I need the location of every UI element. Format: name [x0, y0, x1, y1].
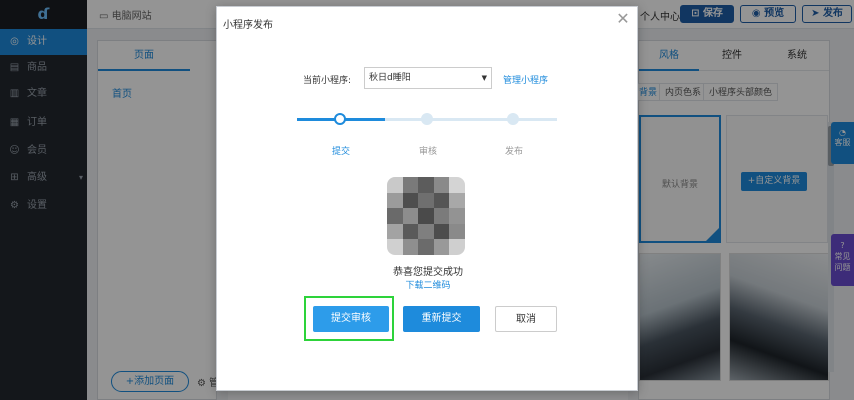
caret-down-icon: ▼	[481, 74, 487, 82]
success-message: 恭喜您提交成功	[393, 267, 463, 278]
cancel-button[interactable]: 取消	[495, 306, 557, 332]
manage-miniprogram-link[interactable]: 管理小程序	[503, 73, 548, 86]
step-label-submit: 提交	[331, 147, 350, 157]
step-label-publish: 发布	[504, 147, 523, 157]
submit-review-button[interactable]: 提交审核	[313, 306, 389, 332]
step-dot-publish	[507, 113, 519, 125]
publish-dialog: 小程序发布 ✕ 当前小程序: 秋日d睡阳 ▼ 管理小程序 提交 审核 发布 恭喜…	[216, 6, 638, 391]
close-icon[interactable]: ✕	[615, 11, 631, 27]
download-qr-link[interactable]: 下载二维码	[217, 278, 639, 291]
miniprogram-select-value: 秋日d睡阳	[369, 73, 411, 83]
resubmit-button[interactable]: 重新提交	[403, 306, 480, 332]
dialog-title: 小程序发布	[223, 20, 273, 31]
step-dot-review	[421, 113, 433, 125]
current-miniprogram-label: 当前小程序:	[303, 76, 352, 86]
qr-code-image	[387, 177, 465, 255]
miniprogram-select[interactable]: 秋日d睡阳 ▼	[364, 67, 492, 89]
step-dot-submit	[334, 113, 346, 125]
step-label-review: 审核	[418, 147, 437, 157]
